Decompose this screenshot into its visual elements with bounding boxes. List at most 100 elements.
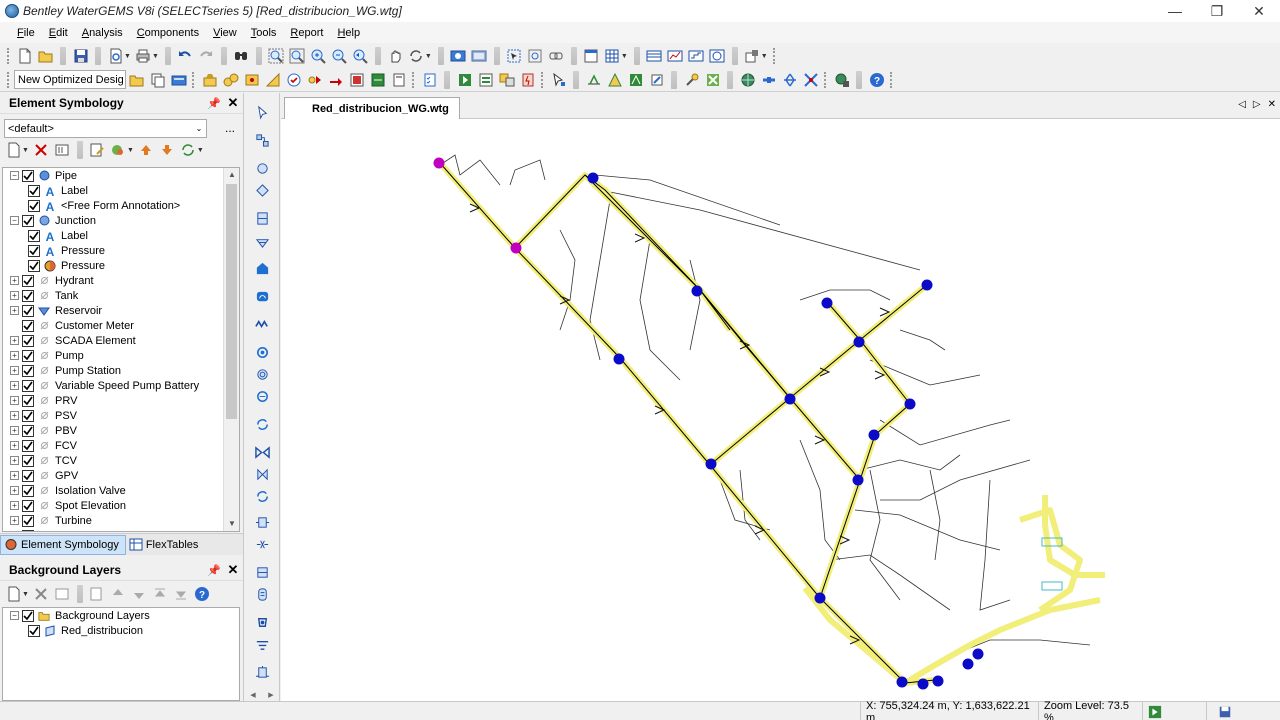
junction-node[interactable] [904, 398, 916, 410]
symbology-row[interactable]: Pressure [3, 258, 239, 273]
pump-station-tool-icon[interactable] [253, 287, 271, 305]
pattern-icon[interactable] [200, 70, 219, 89]
symbology-row[interactable]: A Label [3, 183, 239, 198]
delete-layer-icon[interactable] [32, 585, 51, 604]
profile-tool-icon[interactable] [263, 70, 282, 89]
expand-icon[interactable]: + [10, 456, 19, 465]
visibility-checkbox[interactable] [28, 184, 40, 197]
find-icon[interactable] [232, 47, 251, 66]
energy-icon[interactable] [518, 70, 537, 89]
junction-tool-icon[interactable] [253, 159, 271, 177]
report-icon[interactable] [476, 70, 495, 89]
network-icon[interactable] [347, 70, 366, 89]
checklist-icon[interactable] [420, 70, 439, 89]
symbology-row[interactable]: A Pressure [3, 243, 239, 258]
color-coding-tool-icon[interactable] [109, 141, 128, 160]
menu-help[interactable]: Help [330, 27, 367, 39]
minimize-button[interactable]: — [1154, 0, 1196, 22]
save-status-icon[interactable] [1218, 705, 1232, 719]
visibility-checkbox[interactable] [22, 364, 34, 377]
expand-icon[interactable]: + [10, 426, 19, 435]
visibility-checkbox[interactable] [22, 169, 34, 182]
menu-components[interactable]: Components [130, 27, 206, 39]
symbology-row[interactable]: + Isolation Valve [3, 483, 239, 498]
tcv-tool-icon[interactable] [253, 563, 271, 581]
reservoir-node[interactable] [433, 157, 445, 169]
gpv-tool-icon[interactable] [253, 585, 271, 603]
grid-icon[interactable] [603, 47, 622, 66]
model-builder-icon[interactable] [626, 70, 645, 89]
symbology-row[interactable]: + Turbine [3, 513, 239, 528]
compute-status-icon[interactable] [1148, 705, 1162, 719]
toolbar-grip[interactable] [772, 48, 777, 64]
layer-top-icon[interactable] [151, 585, 170, 604]
rename-icon[interactable] [53, 141, 72, 160]
close-panel-icon[interactable]: ✕ [223, 95, 243, 111]
pipe-highlight[interactable] [903, 597, 1101, 686]
zoom-in-icon[interactable] [309, 47, 328, 66]
junction-node[interactable] [962, 658, 974, 670]
engineering-icon[interactable] [368, 70, 387, 89]
zoom-window-icon[interactable] [288, 47, 307, 66]
menu-file[interactable]: File [10, 27, 42, 39]
junction-node[interactable] [917, 678, 929, 690]
collapse-icon[interactable]: − [10, 216, 19, 225]
expand-icon[interactable]: + [10, 516, 19, 525]
symbology-row[interactable]: + FCV [3, 438, 239, 453]
isolation-valve-tool-icon[interactable] [253, 613, 271, 631]
symbology-profile-combo[interactable]: <default> ⌄ [4, 119, 207, 138]
symbology-row[interactable]: + Spot Elevation [3, 498, 239, 513]
visibility-checkbox[interactable] [22, 499, 34, 512]
tab-element-symbology[interactable]: Element Symbology [0, 534, 126, 555]
refresh-icon[interactable] [407, 47, 426, 66]
zoom-out-icon[interactable] [330, 47, 349, 66]
visibility-checkbox[interactable] [22, 274, 34, 287]
skelebrator-icon[interactable] [605, 70, 624, 89]
rename-layer-icon[interactable] [53, 585, 72, 604]
new-icon[interactable] [4, 141, 23, 160]
visibility-checkbox[interactable] [22, 609, 34, 622]
expand-icon[interactable]: + [10, 396, 19, 405]
collapse-icon[interactable]: − [10, 171, 19, 180]
hammer-tool-icon[interactable] [253, 635, 271, 653]
document-tab[interactable]: Red_distribucion_WG.wtg [284, 97, 460, 119]
transfer-icon[interactable] [497, 70, 516, 89]
visibility-checkbox[interactable] [22, 529, 34, 531]
symbology-row[interactable]: Customer Meter [3, 318, 239, 333]
table-icon[interactable] [645, 47, 664, 66]
move-up-icon[interactable] [137, 141, 156, 160]
expand-icon[interactable]: + [10, 486, 19, 495]
hydrant-tool-icon[interactable] [253, 181, 271, 199]
tank-tool-icon[interactable] [253, 209, 271, 227]
visibility-checkbox[interactable] [22, 469, 34, 482]
modeling-icon[interactable] [703, 70, 722, 89]
expand-icon[interactable]: + [10, 291, 19, 300]
symbology-row[interactable]: A Label [3, 228, 239, 243]
symbology-row[interactable]: + PRV [3, 393, 239, 408]
refresh-symbology-icon[interactable] [179, 141, 198, 160]
junction-node[interactable] [972, 648, 984, 660]
menu-view[interactable]: View [206, 27, 244, 39]
symbology-row[interactable]: + Reservoir [3, 303, 239, 318]
symbology-row[interactable]: + Pump [3, 348, 239, 363]
pbv-tool-icon[interactable] [253, 513, 271, 531]
visibility-checkbox[interactable] [22, 514, 34, 527]
pipe-highlight[interactable] [1042, 495, 1105, 578]
visibility-checkbox[interactable] [22, 304, 34, 317]
layout-pipe-icon[interactable] [253, 131, 271, 149]
close-panel-icon[interactable]: ✕ [223, 562, 243, 578]
fcv-tool-icon[interactable] [253, 535, 271, 553]
junction-node[interactable] [814, 592, 826, 604]
toolbar-grip[interactable] [7, 71, 11, 88]
layer-bottom-icon[interactable] [172, 585, 191, 604]
pipe-line[interactable] [439, 162, 936, 684]
edit-layer-icon[interactable] [88, 585, 107, 604]
restore-button[interactable]: ❐ [1196, 0, 1238, 22]
tree-scrollbar[interactable]: ▲ ▼ [223, 168, 239, 531]
reservoir-node[interactable] [510, 242, 522, 254]
tab-flextables[interactable]: FlexTables [126, 535, 205, 555]
tab-next-icon[interactable]: ▷ [1253, 99, 1261, 110]
expand-icon[interactable]: + [10, 351, 19, 360]
help-icon[interactable]: ? [867, 70, 886, 89]
junction-node[interactable] [821, 297, 833, 309]
